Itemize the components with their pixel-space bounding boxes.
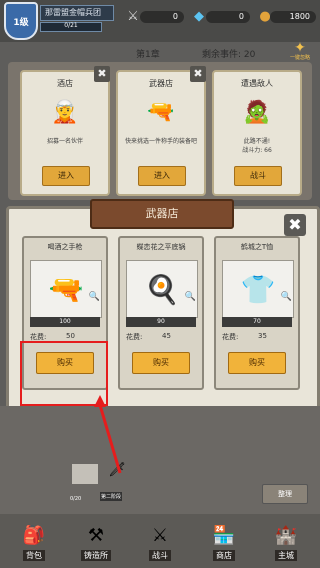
magnifier-icon[interactable]: 🔍 <box>89 292 100 302</box>
event-card-weapon-shop: 武器店 🔫 快来挑选一件称手的装备吧 进入 <box>116 70 206 196</box>
fight-button[interactable]: 战斗 <box>234 166 282 186</box>
event-title: 遭遇敌人 <box>241 79 273 88</box>
gold-value: 1800 <box>270 11 316 23</box>
event-desc: 快来挑选一件称手的装备吧 <box>124 138 197 145</box>
store-icon: 🏪 <box>212 525 236 546</box>
event-card-enemy: 遭遇敌人 🧟 此路不通! 战斗力: 66 战斗 <box>212 70 302 196</box>
nav-store[interactable]: 🏪 商店 <box>198 520 250 564</box>
player-name: 那雷盟金帽兵团 <box>40 5 114 21</box>
magnifier-icon[interactable]: 🔍 <box>281 292 292 302</box>
nav-label: 主城 <box>275 550 297 561</box>
item-count: 90 <box>126 317 196 327</box>
pistol-icon[interactable]: 🔫 <box>30 260 102 318</box>
anvil-icon: ⚒ <box>87 525 105 546</box>
nav-forge[interactable]: ⚒ 铸造所 <box>70 520 122 564</box>
dismiss-all-button[interactable]: ✦ 一键忽略 <box>288 40 312 64</box>
enter-weapon-shop-button[interactable]: 进入 <box>138 166 186 186</box>
level-badge[interactable]: 1级 <box>4 2 38 40</box>
item-name: 鹤城之T恤 <box>240 243 274 251</box>
crossed-swords-icon: ⚔ <box>151 525 169 546</box>
nav-label: 商店 <box>213 550 235 561</box>
magnifier-icon[interactable]: 🔍 <box>185 292 196 302</box>
event-desc: 此路不通! 战斗力: 66 <box>218 137 296 155</box>
event-card-tavern: 酒店 🧝 招募一名伙伴 进入 <box>20 70 110 196</box>
backpack-icon: 🎒 <box>22 525 46 546</box>
enter-tavern-button[interactable]: 进入 <box>42 166 90 186</box>
castle-icon: 🏰 <box>274 525 298 546</box>
nav-battle[interactable]: ⚔ 战斗 <box>134 520 186 564</box>
dismiss-icon: ✦ <box>294 40 306 56</box>
buy-button[interactable]: 购买 <box>132 352 190 374</box>
event-desc-line: 此路不通! <box>243 138 271 145</box>
slot-label: 0/20 <box>70 496 82 502</box>
shop-title: 武器店 <box>90 199 234 229</box>
xp-bar: 0/21 <box>40 22 102 32</box>
event-desc: 招募一名伙伴 <box>46 138 83 145</box>
shop-item-card: 蝶恋花之平底锅 🍳 🔍 90 花费: 45 购买 <box>118 236 204 390</box>
item-price: 45 <box>162 332 171 340</box>
item-name: 喝酒之手枪 <box>47 243 83 251</box>
close-icon[interactable]: ✖ <box>190 66 206 82</box>
cost-label: 花费: <box>222 333 239 341</box>
tshirt-icon[interactable]: 👕 <box>222 260 294 318</box>
frying-pan-icon[interactable]: 🍳 <box>126 260 198 318</box>
attack-value: 0 <box>140 11 184 23</box>
cost-label: 花费: <box>126 333 143 341</box>
close-icon[interactable]: ✖ <box>284 214 306 236</box>
close-icon[interactable]: ✖ <box>94 66 110 82</box>
nav-label: 战斗 <box>149 550 171 561</box>
item-count: 100 <box>30 317 100 327</box>
nav-castle[interactable]: 🏰 主城 <box>260 520 312 564</box>
xp-text: 0/21 <box>64 22 78 29</box>
item-price: 35 <box>258 332 267 340</box>
gem-value: 0 <box>206 11 250 23</box>
recruit-hero-icon: 🧝 <box>51 99 79 125</box>
item-count: 70 <box>222 317 292 327</box>
nav-backpack[interactable]: 🎒 背包 <box>8 520 60 564</box>
enemy-power: 战斗力: 66 <box>242 147 272 154</box>
enemy-icon: 🧟 <box>243 99 271 125</box>
chapter-title: 第1章 <box>136 50 160 60</box>
shop-item-card: 鹤城之T恤 👕 🔍 70 花费: 35 购买 <box>214 236 300 390</box>
remaining-events: 剩余事件: 20 <box>202 50 256 60</box>
item-name: 蝶恋花之平底锅 <box>136 243 186 251</box>
pointer-arrow <box>94 395 122 474</box>
buy-button[interactable]: 购买 <box>228 352 286 374</box>
dismiss-label: 一键忽略 <box>289 55 310 61</box>
arrange-button[interactable]: 整理 <box>262 484 308 504</box>
nav-label: 背包 <box>23 550 45 561</box>
item-price: 50 <box>66 332 75 340</box>
nav-label: 铸造所 <box>81 550 111 561</box>
weapon-shop-icon: 🔫 <box>147 99 175 125</box>
weapon-label: 第二阶段 <box>100 492 123 501</box>
